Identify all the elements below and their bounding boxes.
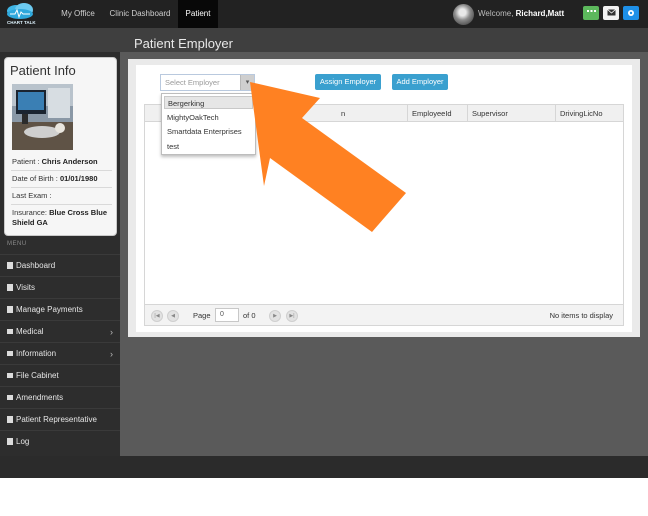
sidebar-item-label: Dashboard — [16, 261, 56, 270]
sidebar-item-label: Medical — [16, 327, 44, 336]
last-page-button[interactable]: ▶| — [286, 310, 298, 322]
nav-patient[interactable]: Patient — [178, 0, 218, 28]
page-count: of 0 — [243, 311, 256, 320]
add-employer-button[interactable]: Add Employer — [392, 74, 448, 90]
sidebar-item-label: Visits — [16, 283, 35, 292]
insurance-label: Insurance: — [12, 208, 48, 217]
top-navbar: CHART TALK My Office Clinic Dashboard Pa… — [0, 0, 648, 28]
patient-info-title: Patient Info — [10, 63, 76, 78]
document-icon — [7, 284, 13, 291]
sidebar-item-label: Patient Representative — [16, 415, 97, 424]
grid-column-header[interactable]: n — [341, 105, 407, 122]
dob-value: 01/01/1980 — [59, 174, 98, 183]
patient-name: Chris Anderson — [41, 157, 98, 166]
dropdown-option[interactable]: test — [164, 140, 253, 153]
settings-button[interactable] — [623, 6, 639, 20]
grid-column-header[interactable]: EmployeeId — [407, 105, 467, 122]
grid-icon — [586, 10, 596, 12]
assign-employer-button[interactable]: Assign Employer — [315, 74, 381, 90]
employer-select-placeholder: Select Employer — [165, 78, 220, 87]
dropdown-option[interactable]: Bergerking — [164, 96, 253, 109]
sidebar-item-visits[interactable]: Visits — [0, 276, 120, 298]
document-icon — [7, 306, 13, 313]
title-strip — [0, 28, 648, 52]
info-divider — [11, 170, 112, 171]
chart-talk-logo[interactable]: CHART TALK — [2, 2, 38, 26]
chevron-right-icon: › — [110, 327, 113, 337]
sidebar-item-medical[interactable]: Medical › — [0, 320, 120, 342]
welcome-prefix: Welcome, — [478, 9, 514, 18]
sidebar-item-log[interactable]: Log — [0, 430, 120, 452]
apps-button[interactable] — [583, 6, 599, 20]
info-divider — [11, 204, 112, 205]
first-page-button[interactable]: |◀ — [151, 310, 163, 322]
document-icon — [7, 262, 13, 269]
sidebar-item-label: Log — [16, 437, 30, 446]
column-label: DrivingLicNo — [560, 109, 603, 118]
patient-photo — [12, 84, 73, 150]
welcome-text: Welcome, Richard,Matt — [478, 0, 564, 28]
sidebar-item-information[interactable]: Information › — [0, 342, 120, 364]
dropdown-option[interactable]: MightyOakTech — [164, 111, 253, 124]
logo-text: CHART TALK — [7, 20, 36, 25]
sidebar-item-file-cabinet[interactable]: File Cabinet — [0, 364, 120, 386]
sidebar-item-label: Amendments — [16, 393, 64, 402]
grid-pager: |◀ ◀ Page 0 of 0 ▶ ▶| No items to displa… — [145, 304, 623, 325]
last-exam-label: Last Exam : — [12, 191, 52, 200]
document-icon — [7, 438, 13, 445]
dob-label: Date of Birth : — [12, 174, 58, 183]
grid-column-header[interactable]: DrivingLicNo — [555, 105, 615, 122]
document-icon — [7, 416, 13, 423]
list-icon — [7, 373, 13, 378]
nav-clinic-dashboard[interactable]: Clinic Dashboard — [104, 0, 176, 28]
page-title: Patient Employer — [134, 36, 233, 51]
info-divider — [11, 187, 112, 188]
sidebar-item-dashboard[interactable]: Dashboard — [0, 254, 120, 276]
column-label: n — [341, 109, 346, 118]
list-icon — [7, 329, 13, 334]
column-label: EmployeeId — [412, 109, 452, 118]
pager-status: No items to display — [549, 311, 613, 320]
list-icon — [7, 395, 13, 400]
insurance-row: Insurance: Blue Cross Blue Shield GA — [12, 208, 112, 228]
chevron-right-icon: › — [110, 349, 113, 359]
next-page-button[interactable]: ▶ — [269, 310, 281, 322]
menu-label: MENU — [7, 241, 27, 247]
column-label: Supervisor — [472, 109, 508, 118]
sidebar-item-manage-payments[interactable]: Manage Payments — [0, 298, 120, 320]
sidebar-item-patient-representative[interactable]: Patient Representative — [0, 408, 120, 430]
dropdown-option[interactable]: Smartdata Enterprises — [164, 125, 253, 138]
sidebar-item-amendments[interactable]: Amendments — [0, 386, 120, 408]
app-root: CHART TALK My Office Clinic Dashboard Pa… — [0, 0, 648, 516]
sidebar-item-label: File Cabinet — [16, 371, 59, 380]
nav-my-office[interactable]: My Office — [52, 0, 104, 28]
list-icon — [7, 351, 13, 356]
employer-select[interactable]: Select Employer ▾ — [160, 74, 255, 91]
patient-info-card: Patient Info Patient : Chris Anderson Da… — [4, 57, 117, 236]
mail-icon — [606, 9, 616, 16]
patient-label: Patient : — [12, 157, 40, 166]
page-label: Page — [193, 311, 211, 320]
employer-dropdown-list: Bergerking MightyOakTech Smartdata Enter… — [161, 93, 256, 155]
user-avatar[interactable] — [453, 4, 474, 25]
sidebar-item-label: Information — [16, 349, 57, 358]
patient-name-row: Patient : Chris Anderson — [12, 157, 112, 167]
sidebar-item-label: Manage Payments — [16, 305, 83, 314]
grid-column-header[interactable]: Supervisor — [467, 105, 555, 122]
welcome-user[interactable]: Richard,Matt — [516, 9, 564, 18]
page-number-input[interactable]: 0 — [215, 308, 239, 322]
bottom-bar — [0, 456, 648, 478]
gear-icon — [628, 10, 634, 16]
prev-page-button[interactable]: ◀ — [167, 310, 179, 322]
messages-button[interactable] — [603, 6, 619, 20]
dob-row: Date of Birth : 01/01/1980 — [12, 174, 112, 184]
chevron-down-icon[interactable]: ▾ — [240, 75, 254, 90]
last-exam-row: Last Exam : — [12, 191, 112, 201]
